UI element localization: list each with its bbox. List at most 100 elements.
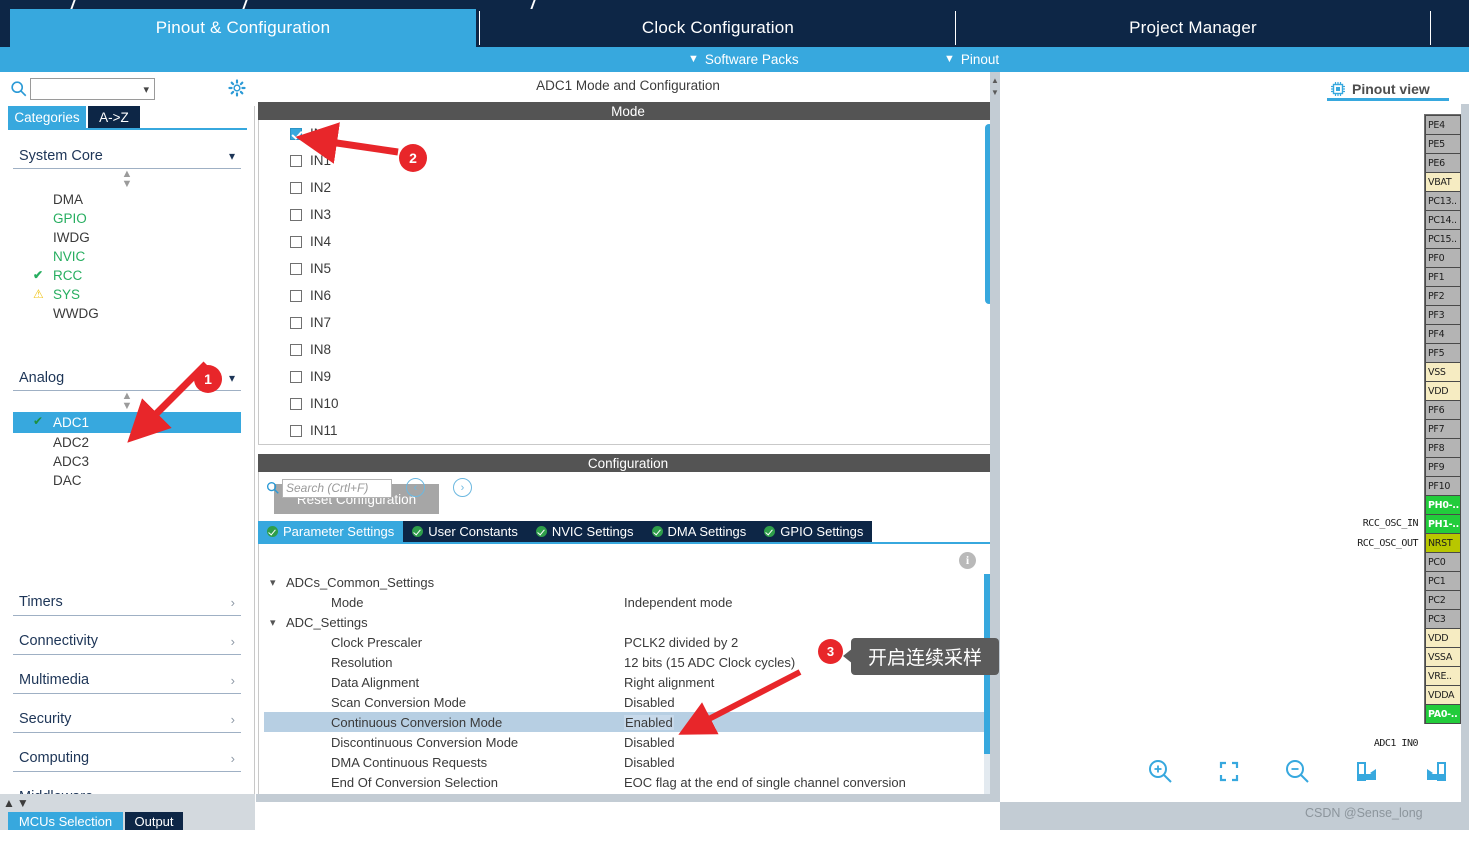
scroll-spinner[interactable]: ▲ ▼ bbox=[13, 169, 241, 190]
checkbox-in0[interactable] bbox=[290, 127, 302, 140]
param-group-adc-settings[interactable]: ▾ ADC_Settings bbox=[264, 612, 998, 632]
rotate-left-icon[interactable] bbox=[1418, 755, 1454, 789]
sidebar-tab-categories[interactable]: Categories bbox=[8, 106, 86, 128]
pin-pe6[interactable]: PE6 bbox=[1425, 153, 1461, 173]
pin-pc2[interactable]: PC2 bbox=[1425, 590, 1461, 610]
pin-pf5[interactable]: PF5 bbox=[1425, 343, 1461, 363]
tab-dma-settings[interactable]: DMA Settings bbox=[642, 521, 756, 542]
channel-row-in8[interactable]: IN8 bbox=[259, 336, 997, 363]
param-row-mode-value[interactable]: Independent mode bbox=[624, 595, 732, 610]
pin-pc0[interactable]: PC0 bbox=[1425, 552, 1461, 572]
param-nav-next-button[interactable]: › bbox=[453, 478, 472, 497]
chevron-right-icon[interactable]: › bbox=[231, 751, 235, 766]
param-row-data-alignment-value[interactable]: Right alignment bbox=[624, 675, 714, 690]
sidebar-group-timers[interactable]: Timers › bbox=[13, 594, 241, 616]
param-row-end-of-conversion-selection-value[interactable]: EOC flag at the end of single channel co… bbox=[624, 775, 906, 790]
pin-pe5[interactable]: PE5 bbox=[1425, 134, 1461, 154]
zoom-in-icon[interactable] bbox=[1142, 755, 1178, 789]
param-row-dma-continuous-requests[interactable]: DMA Continuous Requests Disabled bbox=[264, 752, 998, 772]
tab-nvic-settings[interactable]: NVIC Settings bbox=[526, 521, 643, 542]
pin-vdd[interactable]: VDD bbox=[1425, 381, 1461, 401]
param-row-mode[interactable]: Mode Independent mode bbox=[264, 592, 998, 612]
pin-pf2[interactable]: PF2 bbox=[1425, 286, 1461, 306]
sidebar-item-adc2[interactable]: ADC2 bbox=[13, 433, 241, 452]
pin-pf0[interactable]: PF0 bbox=[1425, 248, 1461, 268]
pin-pf7[interactable]: PF7 bbox=[1425, 419, 1461, 439]
channel-row-in10[interactable]: IN10 bbox=[259, 390, 997, 417]
pin-ph0[interactable]: PH0-.. bbox=[1425, 495, 1461, 515]
sidebar-group-computing[interactable]: Computing › bbox=[13, 750, 241, 772]
bottom-tab-output[interactable]: Output bbox=[125, 812, 183, 830]
software-packs-menu[interactable]: ▼ Software Packs bbox=[688, 47, 799, 72]
pin-pf1[interactable]: PF1 bbox=[1425, 267, 1461, 287]
scroll-up-arrow[interactable]: ▲ bbox=[990, 76, 1000, 86]
pin-pa0[interactable]: PA0-.. bbox=[1425, 704, 1461, 724]
tab-project-manager[interactable]: Project Manager bbox=[957, 9, 1429, 47]
pin-vdda[interactable]: VDDA bbox=[1425, 685, 1461, 705]
sidebar-tab-a-to-z[interactable]: A->Z bbox=[88, 106, 140, 128]
checkbox-in3[interactable] bbox=[290, 208, 302, 221]
tab-parameter-settings[interactable]: Parameter Settings bbox=[258, 521, 404, 542]
param-row-clock-prescaler-value[interactable]: PCLK2 divided by 2 bbox=[624, 635, 738, 650]
channel-row-in4[interactable]: IN4 bbox=[259, 228, 997, 255]
chevron-down-icon[interactable]: ▾ bbox=[143, 83, 149, 96]
pinout-view-button[interactable]: Pinout view bbox=[1330, 79, 1430, 99]
checkbox-in1[interactable] bbox=[290, 154, 302, 167]
pin-pf8[interactable]: PF8 bbox=[1425, 438, 1461, 458]
chevron-down-icon[interactable]: ▾ bbox=[229, 371, 235, 385]
channel-row-in0[interactable]: IN0 bbox=[259, 120, 997, 147]
bottom-tab-mcus-selection[interactable]: MCUs Selection bbox=[8, 812, 123, 830]
chevron-down-icon[interactable]: ▾ bbox=[270, 616, 276, 629]
chevron-right-icon[interactable]: › bbox=[231, 634, 235, 649]
sidebar-group-system-core[interactable]: System Core ▾ ▲ ▼ bbox=[13, 148, 241, 190]
param-row-data-alignment[interactable]: Data Alignment Right alignment bbox=[264, 672, 998, 692]
pin-pc14[interactable]: PC14.. bbox=[1425, 210, 1461, 230]
param-row-continuous-conversion-mode-value[interactable]: Enabled bbox=[624, 714, 674, 730]
tab-clock-configuration[interactable]: Clock Configuration bbox=[482, 9, 954, 47]
search-input[interactable]: ▾ bbox=[30, 78, 155, 100]
pin-vbat[interactable]: VBAT bbox=[1425, 172, 1461, 192]
pin-pc15[interactable]: PC15.. bbox=[1425, 229, 1461, 249]
checkbox-in9[interactable] bbox=[290, 370, 302, 383]
pinout-vertical-scrollbar[interactable] bbox=[1461, 104, 1469, 802]
param-row-continuous-conversion-mode[interactable]: Continuous Conversion Mode Enabled bbox=[264, 712, 998, 732]
channel-row-in2[interactable]: IN2 bbox=[259, 174, 997, 201]
sidebar-item-nvic[interactable]: NVIC bbox=[13, 247, 241, 266]
checkbox-in6[interactable] bbox=[290, 289, 302, 302]
checkbox-in5[interactable] bbox=[290, 262, 302, 275]
channel-row-in5[interactable]: IN5 bbox=[259, 255, 997, 282]
sidebar-group-security[interactable]: Security › bbox=[13, 711, 241, 733]
zoom-out-icon[interactable] bbox=[1279, 755, 1315, 789]
search-icon[interactable] bbox=[266, 481, 280, 495]
param-row-scan-conversion-mode[interactable]: Scan Conversion Mode Disabled bbox=[264, 692, 998, 712]
chevron-down-icon[interactable]: ▾ bbox=[270, 576, 276, 589]
param-nav-prev-button[interactable]: ‹ bbox=[406, 478, 425, 497]
sidebar-item-wwdg[interactable]: WWDG bbox=[13, 304, 241, 323]
sidebar-item-adc1[interactable]: ✔ ADC1 bbox=[13, 412, 241, 433]
tab-user-constants[interactable]: User Constants bbox=[403, 521, 527, 542]
center-vertical-scrollbar[interactable] bbox=[990, 72, 1000, 802]
sidebar-item-gpio[interactable]: GPIO bbox=[13, 209, 241, 228]
param-row-dma-continuous-requests-value[interactable]: Disabled bbox=[624, 755, 675, 770]
scroll-down-arrow[interactable]: ▼ bbox=[990, 88, 1000, 98]
checkbox-in10[interactable] bbox=[290, 397, 302, 410]
param-row-discontinuous-conversion-mode-value[interactable]: Disabled bbox=[624, 735, 675, 750]
search-icon[interactable] bbox=[10, 80, 28, 98]
info-icon[interactable]: i bbox=[959, 552, 976, 569]
scroll-spinner[interactable]: ▲ ▼ bbox=[13, 391, 241, 412]
tab-overflow[interactable] bbox=[1432, 9, 1469, 47]
pin-pc1[interactable]: PC1 bbox=[1425, 571, 1461, 591]
pin-vss[interactable]: VSS bbox=[1425, 362, 1461, 382]
pin-pf4[interactable]: PF4 bbox=[1425, 324, 1461, 344]
sidebar-item-dac[interactable]: DAC bbox=[13, 471, 241, 490]
pinout-menu[interactable]: ▼ Pinout bbox=[944, 47, 999, 72]
param-row-discontinuous-conversion-mode[interactable]: Discontinuous Conversion Mode Disabled bbox=[264, 732, 998, 752]
gear-icon[interactable] bbox=[228, 79, 246, 97]
chevron-right-icon[interactable]: › bbox=[231, 712, 235, 727]
sidebar-item-iwdg[interactable]: IWDG bbox=[13, 228, 241, 247]
channel-row-in7[interactable]: IN7 bbox=[259, 309, 997, 336]
param-row-end-of-conversion-selection[interactable]: End Of Conversion Selection EOC flag at … bbox=[264, 772, 998, 792]
checkbox-in2[interactable] bbox=[290, 181, 302, 194]
sidebar-group-multimedia[interactable]: Multimedia › bbox=[13, 672, 241, 694]
sidebar-item-sys[interactable]: ⚠ SYS bbox=[13, 285, 241, 304]
